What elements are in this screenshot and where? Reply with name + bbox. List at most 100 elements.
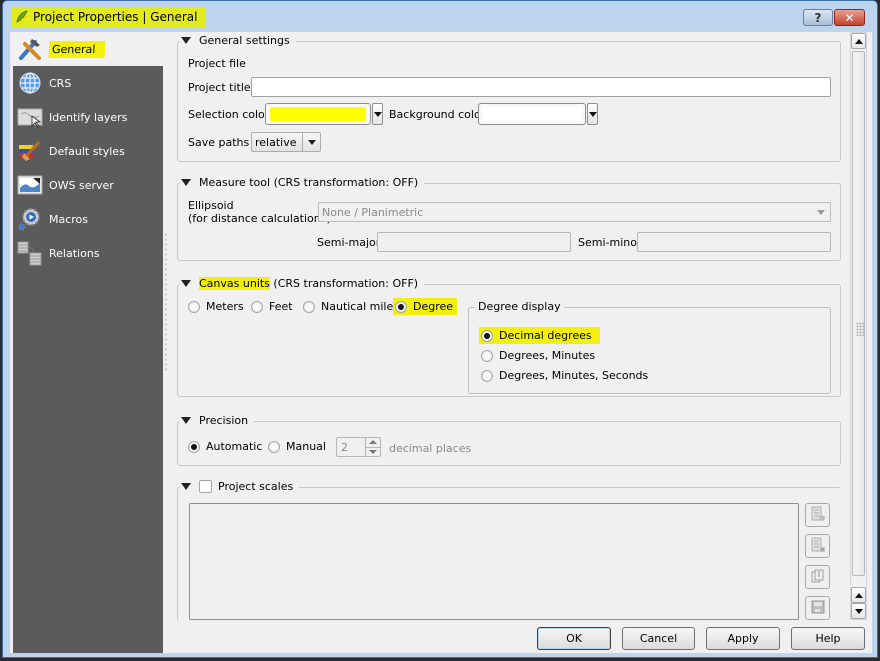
scroll-up-small-icon[interactable] bbox=[851, 587, 866, 603]
scroll-down-icon[interactable] bbox=[851, 603, 866, 619]
general-settings-header[interactable]: General settings bbox=[180, 34, 296, 47]
scrollbar-thumb[interactable] bbox=[852, 51, 865, 576]
project-properties-window: Project Properties | General ? ✕ General… bbox=[2, 0, 878, 658]
ellipsoid-select[interactable]: None / Planimetric bbox=[318, 202, 831, 222]
button-label: OK bbox=[566, 632, 582, 645]
save-scales-button[interactable] bbox=[805, 596, 830, 620]
radio-meters[interactable]: Meters bbox=[188, 300, 244, 313]
group-title: General settings bbox=[199, 34, 290, 47]
project-scales-group: Project scales bbox=[177, 480, 841, 622]
group-title-highlight: Canvas units bbox=[199, 277, 270, 290]
collapse-triangle-icon[interactable] bbox=[181, 37, 191, 44]
sidebar-item-label: Default styles bbox=[49, 144, 125, 158]
vertical-scrollbar[interactable] bbox=[850, 32, 867, 620]
radio-label: Decimal degrees bbox=[499, 329, 592, 342]
collapse-triangle-icon[interactable] bbox=[181, 483, 191, 490]
radio-circle bbox=[481, 369, 493, 382]
radio-label: Degrees, Minutes bbox=[499, 349, 596, 362]
help-title-button[interactable]: ? bbox=[803, 9, 833, 26]
background-color-button[interactable] bbox=[478, 103, 586, 125]
splitter-handle[interactable] bbox=[164, 232, 168, 372]
semi-minor-input[interactable] bbox=[637, 232, 831, 252]
group-title: Degree display bbox=[478, 300, 561, 313]
radio-label: Meters bbox=[206, 300, 244, 313]
project-file-label: Project file bbox=[188, 57, 246, 70]
semi-major-input[interactable] bbox=[377, 232, 571, 252]
scroll-up-icon[interactable] bbox=[851, 33, 866, 49]
radio-degrees-minutes[interactable]: Degrees, Minutes bbox=[481, 349, 595, 362]
canvas-units-group: Canvas units (CRS transformation: OFF) M… bbox=[177, 277, 841, 397]
grip-icon bbox=[856, 322, 864, 336]
ows-map-icon bbox=[17, 172, 43, 198]
measure-tool-header[interactable]: Measure tool (CRS transformation: OFF) bbox=[180, 176, 425, 189]
sidebar-item-ows-server[interactable]: OWS server bbox=[13, 168, 163, 202]
help-button[interactable]: Help bbox=[791, 627, 865, 650]
radio-decimal-degrees[interactable]: Decimal degrees bbox=[479, 327, 600, 344]
add-scale-button[interactable] bbox=[805, 503, 830, 527]
group-title: Measure tool (CRS transformation: OFF) bbox=[199, 176, 419, 189]
collapse-triangle-icon[interactable] bbox=[181, 179, 191, 186]
selection-color-dropdown[interactable] bbox=[372, 103, 383, 125]
hammer-wrench-icon bbox=[17, 36, 43, 62]
sidebar: General CRS Identify layers Default styl… bbox=[13, 32, 163, 653]
decimal-value: 2 bbox=[341, 440, 348, 454]
sidebar-item-label: Identify layers bbox=[49, 110, 128, 124]
degree-display-header: Degree display bbox=[475, 300, 564, 313]
precision-header[interactable]: Precision bbox=[180, 414, 255, 427]
remove-scale-icon bbox=[810, 537, 826, 556]
radio-degree[interactable]: Degree bbox=[393, 298, 458, 315]
project-scales-checkbox[interactable] bbox=[199, 480, 212, 493]
globe-icon bbox=[17, 70, 43, 96]
sidebar-item-macros[interactable]: Macros bbox=[13, 202, 163, 236]
collapse-triangle-icon[interactable] bbox=[181, 280, 191, 287]
sidebar-item-default-styles[interactable]: Default styles bbox=[13, 134, 163, 168]
close-button[interactable]: ✕ bbox=[834, 9, 865, 26]
apply-button[interactable]: Apply bbox=[706, 627, 780, 650]
measure-tool-group: Measure tool (CRS transformation: OFF) E… bbox=[177, 176, 841, 261]
chevron-down-icon bbox=[302, 133, 320, 151]
decimal-places-spinbox[interactable]: 2 bbox=[336, 437, 381, 457]
radio-label: Automatic bbox=[206, 440, 263, 453]
project-scales-header[interactable]: Project scales bbox=[180, 480, 300, 493]
sidebar-item-crs[interactable]: CRS bbox=[13, 66, 163, 100]
radio-label: Feet bbox=[269, 300, 293, 313]
project-title-input[interactable] bbox=[251, 77, 831, 97]
radio-manual[interactable]: Manual bbox=[268, 440, 326, 453]
save-paths-select[interactable]: relative bbox=[251, 132, 321, 152]
sidebar-item-general[interactable]: General bbox=[13, 32, 163, 66]
collapse-triangle-icon[interactable] bbox=[181, 417, 191, 424]
spin-down-icon[interactable] bbox=[366, 448, 380, 457]
radio-degrees-minutes-seconds[interactable]: Degrees, Minutes, Seconds bbox=[481, 369, 648, 382]
sidebar-item-identify-layers[interactable]: Identify layers bbox=[13, 100, 163, 134]
background-color-dropdown[interactable] bbox=[587, 103, 598, 125]
selection-color-swatch bbox=[270, 107, 366, 121]
ellipsoid-label: Ellipsoid bbox=[188, 199, 234, 212]
spin-up-icon[interactable] bbox=[366, 438, 380, 448]
project-scales-list[interactable] bbox=[189, 503, 799, 620]
radio-automatic[interactable]: Automatic bbox=[188, 440, 262, 453]
gear-play-icon bbox=[17, 206, 43, 232]
remove-scale-button[interactable] bbox=[805, 534, 830, 558]
import-scales-button[interactable] bbox=[805, 565, 830, 589]
button-label: Help bbox=[815, 632, 841, 645]
ellipsoid-value: None / Planimetric bbox=[322, 205, 424, 219]
cancel-button[interactable]: Cancel bbox=[622, 627, 695, 650]
sidebar-item-relations[interactable]: Relations bbox=[13, 236, 163, 270]
radio-circle bbox=[481, 329, 493, 342]
precision-group: Precision Automatic Manual 2 decimal pla… bbox=[177, 414, 841, 466]
general-settings-group: General settings Project file Project ti… bbox=[177, 34, 841, 162]
selection-color-button[interactable] bbox=[265, 103, 371, 125]
radio-feet[interactable]: Feet bbox=[251, 300, 293, 313]
radio-nautical-miles[interactable]: Nautical miles bbox=[303, 300, 399, 313]
project-title-label: Project title bbox=[188, 81, 251, 94]
ok-button[interactable]: OK bbox=[537, 627, 611, 650]
identify-map-icon bbox=[17, 104, 43, 130]
add-scale-icon bbox=[810, 506, 826, 525]
group-title: Precision bbox=[199, 414, 249, 427]
sidebar-item-label: CRS bbox=[49, 76, 72, 90]
background-color-swatch bbox=[483, 107, 581, 121]
canvas-units-header[interactable]: Canvas units (CRS transformation: OFF) bbox=[180, 277, 425, 290]
radio-circle bbox=[188, 300, 200, 313]
title-bar[interactable]: Project Properties | General ? ✕ bbox=[3, 1, 877, 32]
selection-color-label: Selection color bbox=[188, 108, 270, 121]
